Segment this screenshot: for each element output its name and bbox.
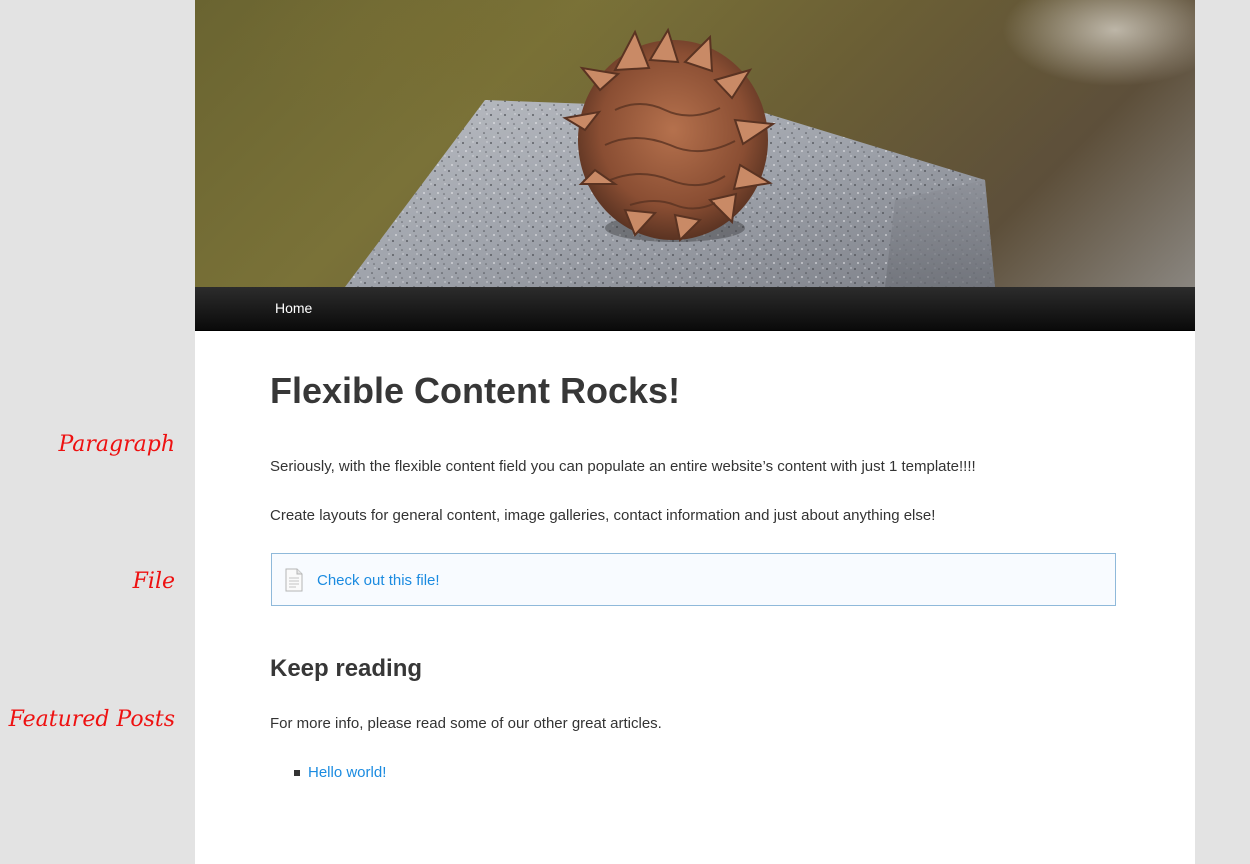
- header-image: [195, 0, 1195, 287]
- annotation-featured-posts-label: Featured Posts: [8, 707, 175, 732]
- list-item: Hello world!: [270, 764, 386, 782]
- page-title: Flexible Content Rocks!: [270, 370, 681, 411]
- keep-reading-heading: Keep reading: [270, 655, 423, 682]
- featured-posts-list: Hello world!: [270, 764, 386, 782]
- pine-cone-photo: [345, 27, 995, 287]
- file-link[interactable]: Check out this file!: [317, 554, 440, 607]
- nav-home-link[interactable]: Home: [275, 287, 312, 330]
- paragraph-text-2: Create layouts for general content, imag…: [270, 507, 936, 524]
- bullet-icon: [294, 770, 300, 776]
- annotation-paragraph-label: Paragraph: [58, 432, 175, 457]
- main-navbar: Home: [195, 287, 1195, 331]
- featured-post-link[interactable]: Hello world!: [308, 764, 386, 781]
- file-download-box: Check out this file!: [271, 553, 1116, 606]
- paragraph-text-1: Seriously, with the flexible content fie…: [270, 458, 976, 475]
- document-icon: [284, 568, 304, 597]
- annotation-file-label: File: [132, 569, 175, 594]
- keep-reading-intro: For more info, please read some of our o…: [270, 715, 662, 732]
- page-container: Home Flexible Content Rocks! Seriously, …: [195, 0, 1195, 864]
